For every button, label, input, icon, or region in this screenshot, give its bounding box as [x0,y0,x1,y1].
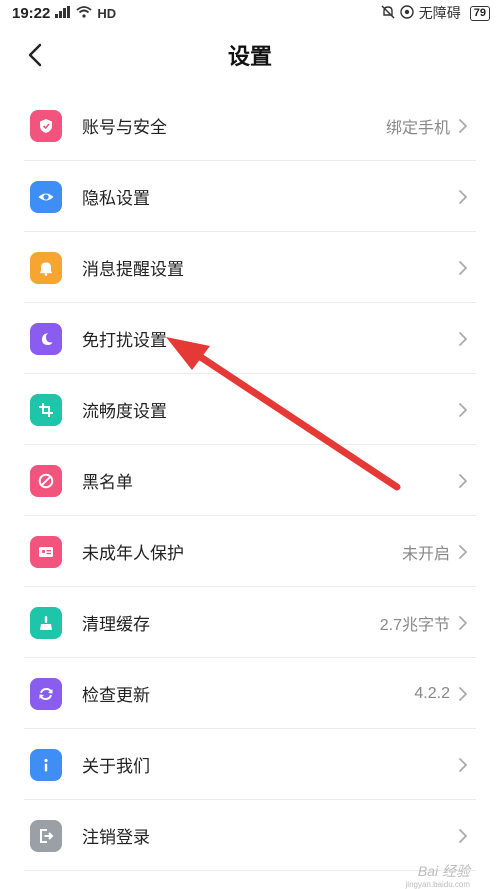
settings-row[interactable]: 关于我们 [0,729,500,800]
location-icon [400,4,414,22]
signal-icon [55,5,71,21]
settings-row[interactable]: 检查更新 4.2.2 [0,658,500,729]
chevron-right-icon [456,471,470,491]
logout-icon [30,819,62,852]
chevron-right-icon [456,116,470,136]
settings-row[interactable]: 账号与安全 绑定手机 [0,90,500,161]
chevron-right-icon [456,542,470,562]
settings-row[interactable]: 隐私设置 [0,161,500,232]
chevron-right-icon [456,684,470,704]
settings-row-label: 黑名单 [82,473,133,492]
watermark-logo: Bai 经验 [417,863,470,879]
chevron-right-icon [456,613,470,633]
settings-row-value: 2.7兆字节 [379,616,450,634]
wifi-icon [76,5,92,21]
chevron-right-icon [456,187,470,207]
settings-row-label: 流畅度设置 [82,402,167,421]
hd-icon: HD [97,5,117,21]
settings-row-label: 检查更新 [82,686,150,705]
settings-row-label: 关于我们 [82,757,150,776]
nav-bar: 设置 [0,26,500,84]
settings-row-label: 免打扰设置 [82,331,167,350]
accessibility-label: 无障碍 [418,5,461,21]
settings-row[interactable]: 消息提醒设置 [0,232,500,303]
status-time: 19:22 [12,4,51,22]
settings-row[interactable]: 黑名单 [0,445,500,516]
settings-row-label: 隐私设置 [82,189,150,208]
battery-indicator: 79 [469,5,490,21]
settings-row-label: 注销登录 [82,828,150,847]
chevron-right-icon [456,400,470,420]
broom-icon [30,606,62,639]
settings-row-value: 4.2.2 [414,684,450,702]
chevron-right-icon [456,826,470,846]
eye-icon [30,180,62,213]
block-icon [30,464,62,497]
page-title: 设置 [227,44,272,69]
mute-bell-icon [381,5,395,22]
settings-row[interactable]: 免打扰设置 [0,303,500,374]
shield-icon [30,109,62,142]
chevron-right-icon [456,755,470,775]
settings-row-value: 绑定手机 [385,119,450,137]
settings-row-label: 未成年人保护 [82,544,184,563]
chevron-right-icon [456,329,470,349]
chevron-right-icon [456,258,470,278]
id-card-icon [30,535,62,568]
settings-row[interactable]: 未成年人保护 未开启 [0,516,500,587]
settings-row-label: 账号与安全 [82,118,167,137]
back-button[interactable] [20,40,50,70]
watermark-url: jingyan.baidu.com [405,880,470,889]
info-icon [30,748,62,781]
settings-list: 账号与安全 绑定手机隐私设置消息提醒设置 免打扰设置流畅度设置黑名单未成年人保护 未开… [0,90,500,871]
moon-icon [30,322,62,355]
settings-row-value: 未开启 [401,545,450,563]
settings-row-label: 清理缓存 [82,615,150,634]
settings-row[interactable]: 清理缓存 2.7兆字节 [0,587,500,658]
status-bar: 19:22 HD 无障碍 79 [0,0,500,26]
chevron-left-icon [28,43,42,67]
bell-icon [30,251,62,284]
settings-row[interactable]: 流畅度设置 [0,374,500,445]
crop-icon [30,393,62,426]
refresh-icon [30,677,62,710]
settings-row-label: 消息提醒设置 [82,260,184,279]
